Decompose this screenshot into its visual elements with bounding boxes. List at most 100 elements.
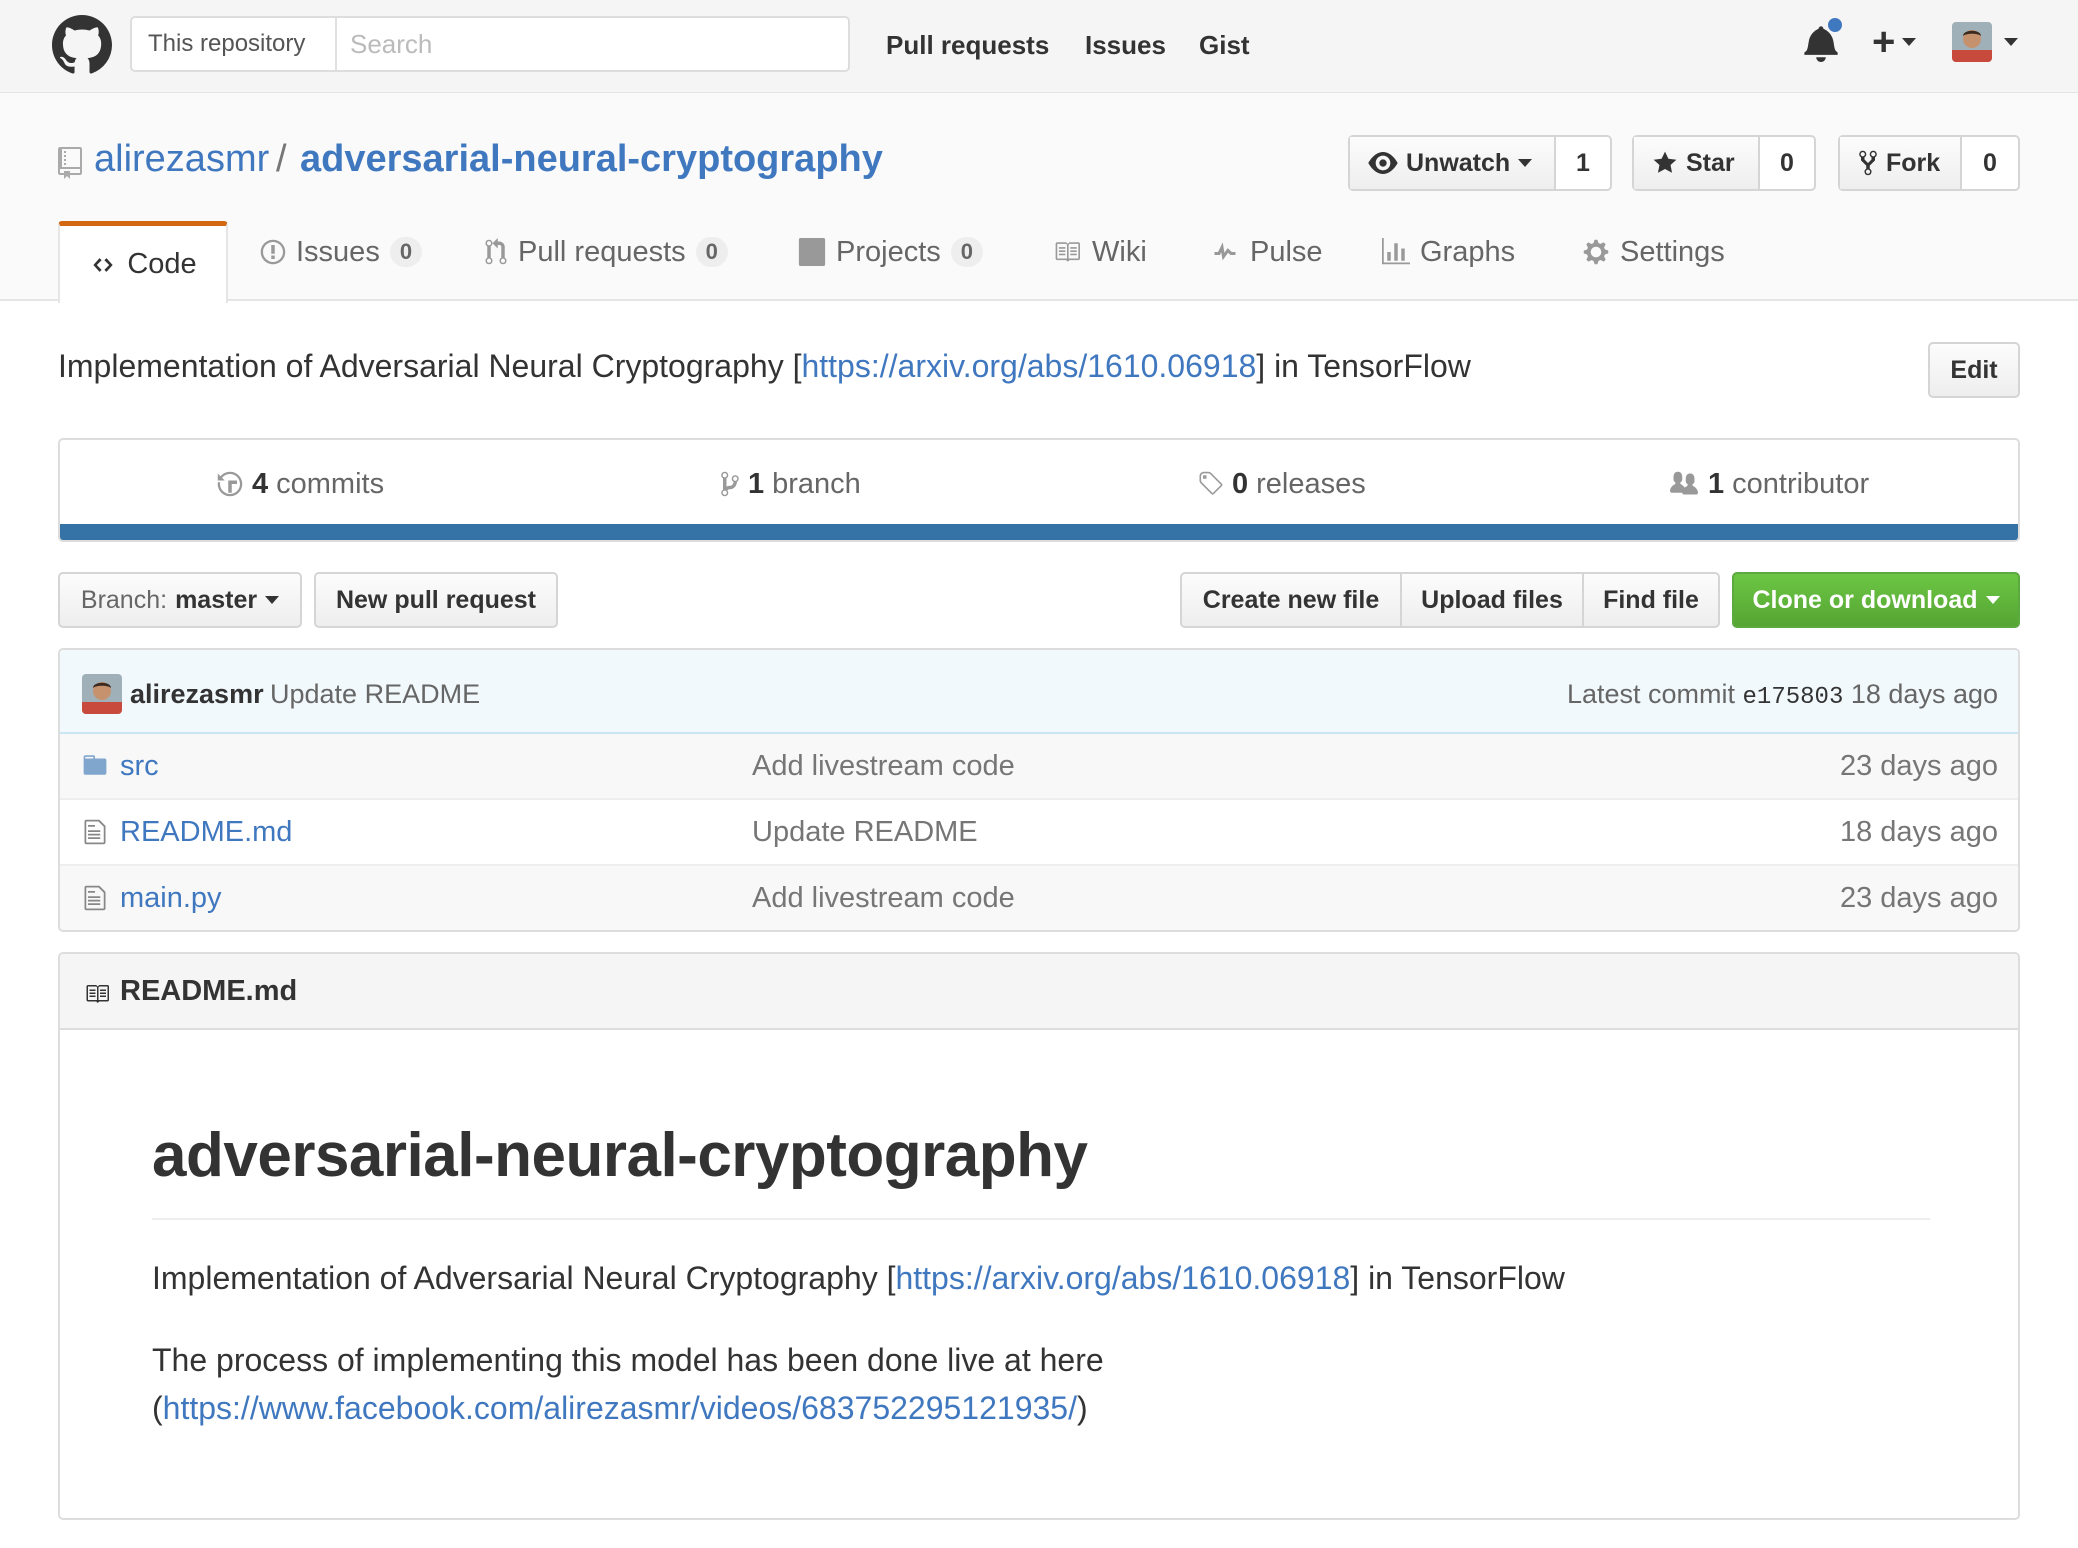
tab-code-label: Code — [127, 248, 197, 280]
file-age: 18 days ago — [1839, 816, 1998, 848]
facebook-video-link[interactable]: https://www.facebook.com/alirezasmr/vide… — [163, 1390, 1077, 1426]
file-row: src Add livestream code 23 days ago — [60, 734, 2018, 800]
nav-gist[interactable]: Gist — [1199, 26, 1250, 64]
tab-settings-label: Settings — [1620, 235, 1725, 268]
tab-wiki-label: Wiki — [1092, 235, 1147, 268]
commits-count: 4 — [252, 468, 269, 500]
tab-pull-requests[interactable]: Pull requests 0 — [484, 202, 728, 302]
plus-icon[interactable]: + — [1872, 22, 1895, 62]
file-age: 23 days ago — [1839, 750, 1998, 782]
description-link[interactable]: https://arxiv.org/abs/1610.06918 — [801, 348, 1256, 384]
clone-label: Clone or download — [1752, 585, 1978, 614]
tab-projects[interactable]: Projects 0 — [798, 202, 984, 302]
tab-projects-label: Projects — [836, 235, 941, 268]
commit-author-link[interactable]: alirezasmr — [130, 676, 264, 712]
search-input[interactable] — [350, 24, 830, 64]
contributors-label: contributor — [1732, 468, 1870, 500]
tab-issues[interactable]: Issues 0 — [260, 202, 423, 302]
releases-summary[interactable]: 0 releases — [1196, 464, 1366, 504]
eye-icon — [1368, 152, 1398, 174]
file-list: alirezasmr Update README Latest commit e… — [58, 648, 2020, 932]
find-file-button[interactable]: Find file — [1584, 574, 1718, 626]
git-pull-request-icon — [484, 238, 508, 266]
stargazers-count[interactable]: 0 — [1760, 137, 1814, 189]
releases-count: 0 — [1232, 468, 1249, 500]
file-row: README.md Update README 18 days ago — [60, 800, 2018, 866]
file-name-link[interactable]: main.py — [120, 880, 222, 916]
search-scope-label: This repository — [132, 18, 337, 70]
latest-commit-bar: alirezasmr Update README Latest commit e… — [60, 650, 2018, 734]
star-icon — [1652, 150, 1678, 176]
book-icon — [1052, 239, 1082, 265]
arxiv-link[interactable]: https://arxiv.org/abs/1610.06918 — [895, 1260, 1350, 1296]
branch-name: master — [175, 585, 258, 614]
fork-icon — [1858, 149, 1878, 177]
unread-indicator — [1826, 16, 1844, 34]
description-suffix: ] in TensorFlow — [1256, 348, 1471, 384]
readme-heading: adversarial-neural-cryptography — [152, 1121, 1088, 1190]
unwatch-label: Unwatch — [1406, 148, 1511, 177]
readme-title: README.md — [120, 975, 298, 1007]
edit-description-button[interactable]: Edit — [1928, 342, 2020, 398]
pulse-icon — [1210, 240, 1240, 264]
tab-pulse[interactable]: Pulse — [1210, 202, 1323, 302]
branches-summary[interactable]: 1 branch — [720, 464, 861, 504]
file-name-link[interactable]: README.md — [120, 814, 292, 850]
watchers-count[interactable]: 1 — [1556, 137, 1610, 189]
book-icon — [82, 982, 112, 1006]
github-logo-icon[interactable] — [52, 15, 112, 75]
repo-description: Implementation of Adversarial Neural Cry… — [58, 346, 1471, 386]
commits-summary[interactable]: 4 commits — [216, 464, 384, 504]
branch-label: branch — [772, 468, 861, 500]
forks-count[interactable]: 0 — [1962, 137, 2018, 189]
repo-icon — [58, 147, 82, 179]
file-commit-message[interactable]: Add livestream code — [752, 748, 1015, 784]
clone-or-download-button[interactable]: Clone or download — [1732, 572, 2020, 628]
star-button[interactable]: Star — [1634, 137, 1760, 189]
branch-select-button[interactable]: Branch: master — [58, 572, 302, 628]
file-actions-group: Create new file Upload files Find file — [1180, 572, 1720, 628]
file-commit-message[interactable]: Update README — [752, 814, 978, 850]
nav-pull-requests[interactable]: Pull requests — [886, 26, 1049, 64]
tab-graphs[interactable]: Graphs — [1382, 202, 1515, 302]
file-age: 23 days ago — [1839, 882, 1998, 914]
file-name-link[interactable]: src — [120, 748, 159, 784]
user-avatar[interactable] — [1952, 22, 1992, 62]
language-bar[interactable] — [60, 524, 2018, 540]
commit-author-avatar[interactable] — [82, 674, 122, 714]
caret-down-icon — [1985, 596, 2000, 604]
pulls-counter: 0 — [695, 237, 728, 267]
search-box: This repository — [130, 16, 850, 72]
contributors-summary[interactable]: 1 contributor — [1668, 464, 1869, 504]
issue-opened-icon — [260, 238, 286, 266]
tag-icon — [1196, 470, 1224, 498]
repo-owner-link[interactable]: alirezasmr — [94, 136, 269, 182]
tab-wiki[interactable]: Wiki — [1052, 202, 1147, 302]
commit-message-link[interactable]: Update README — [270, 676, 480, 712]
readme-p1-suffix: ] in TensorFlow — [1350, 1260, 1565, 1296]
new-pull-request-button[interactable]: New pull request — [314, 572, 558, 628]
people-icon — [1668, 470, 1700, 498]
commit-sha-link[interactable]: e175803 — [1743, 684, 1844, 711]
commits-label: commits — [276, 468, 385, 500]
tab-code[interactable]: Code — [58, 221, 228, 303]
fork-button[interactable]: Fork — [1840, 137, 1962, 189]
file-row: main.py Add livestream code 23 days ago — [60, 866, 2018, 930]
star-label: Star — [1686, 148, 1735, 177]
file-commit-message[interactable]: Add livestream code — [752, 880, 1015, 916]
tab-issues-label: Issues — [296, 235, 380, 268]
gear-icon — [1582, 238, 1610, 266]
create-new-file-button[interactable]: Create new file — [1182, 574, 1402, 626]
latest-commit-prefix: Latest commit — [1566, 679, 1736, 709]
readme-p1-prefix: Implementation of Adversarial Neural Cry… — [152, 1260, 896, 1296]
repo-name-link[interactable]: adversarial-neural-cryptography — [300, 136, 883, 182]
readme-paragraph: The process of implementing this model h… — [152, 1336, 1852, 1432]
tab-settings[interactable]: Settings — [1582, 202, 1725, 302]
nav-issues[interactable]: Issues — [1085, 26, 1166, 64]
projects-counter: 0 — [950, 237, 984, 267]
unwatch-button[interactable]: Unwatch — [1350, 137, 1556, 189]
caret-down-icon — [265, 596, 280, 604]
upload-files-button[interactable]: Upload files — [1402, 574, 1584, 626]
file-icon — [80, 884, 110, 912]
watch-button-group: Unwatch 1 — [1348, 135, 1612, 191]
